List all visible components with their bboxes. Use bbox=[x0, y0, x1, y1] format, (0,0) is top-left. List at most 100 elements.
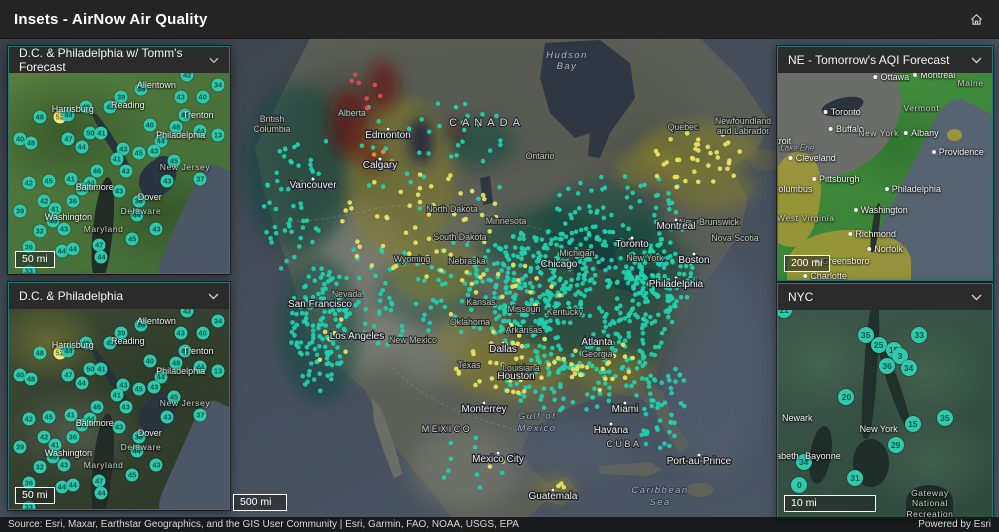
aqi-marker[interactable]: 48 bbox=[33, 346, 47, 360]
aqi-marker[interactable]: 43 bbox=[112, 420, 126, 434]
aqi-marker[interactable]: 45 bbox=[132, 146, 146, 160]
aqi-marker[interactable]: 43 bbox=[119, 164, 133, 178]
aqi-marker[interactable]: 44 bbox=[75, 182, 89, 196]
aqi-marker[interactable]: 41 bbox=[48, 202, 62, 216]
aqi-marker[interactable]: 39 bbox=[114, 90, 128, 104]
inset-dc-forecast-header[interactable]: D.C. & Philadelphia w/ Tomm's Forecast bbox=[9, 46, 229, 74]
aqi-marker[interactable]: 45 bbox=[125, 468, 139, 482]
aqi-marker[interactable]: 29 bbox=[887, 437, 904, 454]
aqi-marker[interactable]: 13 bbox=[211, 128, 225, 142]
aqi-marker[interactable]: 44 bbox=[75, 418, 89, 432]
aqi-marker[interactable]: 0 bbox=[791, 476, 808, 493]
aqi-marker[interactable]: 46 bbox=[90, 400, 104, 414]
aqi-marker[interactable]: 43 bbox=[57, 222, 71, 236]
aqi-marker[interactable]: 40 bbox=[143, 354, 157, 368]
aqi-marker[interactable]: 41 bbox=[94, 126, 108, 140]
aqi-marker[interactable]: 39 bbox=[13, 204, 27, 218]
aqi-marker[interactable]: 43 bbox=[119, 400, 133, 414]
aqi-marker[interactable]: 44 bbox=[61, 344, 75, 358]
inset-ne-forecast-map[interactable]: Ottawa Montreal Maine Toronto Vermont Buffalo… bbox=[778, 73, 992, 280]
inset-nyc-map[interactable]: NewarkNew YorkElizabethBayonneGatewayNat… bbox=[778, 310, 992, 518]
aqi-marker[interactable]: 38 bbox=[132, 430, 146, 444]
aqi-marker[interactable]: 46 bbox=[90, 164, 104, 178]
aqi-marker[interactable]: 13 bbox=[211, 364, 225, 378]
aqi-marker[interactable]: 47 bbox=[61, 132, 75, 146]
aqi-marker[interactable]: 38 bbox=[134, 318, 148, 332]
aqi-marker[interactable]: 38 bbox=[134, 82, 148, 96]
aqi-marker[interactable]: 45 bbox=[167, 154, 181, 168]
aqi-marker[interactable]: 36 bbox=[879, 358, 896, 375]
aqi-marker[interactable]: 39 bbox=[114, 326, 128, 340]
aqi-marker[interactable]: 43 bbox=[174, 326, 188, 340]
aqi-marker[interactable]: 43 bbox=[160, 174, 174, 188]
aqi-marker[interactable]: 41 bbox=[64, 408, 78, 422]
aqi-marker[interactable]: 40 bbox=[196, 326, 210, 340]
aqi-marker[interactable]: 43 bbox=[103, 100, 117, 114]
aqi-marker[interactable]: 45 bbox=[132, 382, 146, 396]
inset-dc-forecast-map[interactable]: Allentown Reading Harrisburg Trenton Philade… bbox=[9, 73, 229, 273]
aqi-marker[interactable]: 45 bbox=[167, 390, 181, 404]
inset-dc-current-map[interactable]: Allentown Reading Harrisburg Trenton Philade… bbox=[9, 309, 229, 509]
aqi-marker[interactable]: 44 bbox=[130, 208, 144, 222]
aqi-marker[interactable]: 25 bbox=[870, 337, 887, 354]
aqi-marker[interactable]: 47 bbox=[61, 368, 75, 382]
aqi-marker[interactable]: 32 bbox=[33, 224, 47, 238]
aqi-marker[interactable]: 43 bbox=[174, 90, 188, 104]
aqi-marker[interactable]: 44 bbox=[61, 108, 75, 122]
aqi-marker[interactable]: 47 bbox=[92, 474, 106, 488]
aqi-marker[interactable]: 44 bbox=[94, 250, 108, 264]
aqi-marker[interactable]: 44 bbox=[193, 360, 207, 374]
aqi-marker[interactable]: 48 bbox=[169, 120, 183, 134]
aqi-marker[interactable]: 43 bbox=[57, 458, 71, 472]
aqi-marker[interactable]: 41 bbox=[110, 388, 124, 402]
aqi-marker[interactable]: 22 bbox=[778, 310, 793, 318]
aqi-marker[interactable]: 40 bbox=[196, 90, 210, 104]
aqi-marker[interactable]: 37 bbox=[193, 408, 207, 422]
aqi-marker[interactable]: 43 bbox=[112, 184, 126, 198]
aqi-marker[interactable]: 43 bbox=[147, 380, 161, 394]
aqi-marker[interactable]: 44 bbox=[66, 478, 80, 492]
aqi-marker[interactable]: 42 bbox=[180, 73, 194, 82]
inset-nyc-header[interactable]: NYC bbox=[778, 284, 992, 310]
aqi-marker[interactable]: 43 bbox=[149, 222, 163, 236]
aqi-marker[interactable]: 47 bbox=[92, 238, 106, 252]
aqi-marker[interactable]: 35 bbox=[936, 410, 953, 427]
aqi-marker[interactable]: 45 bbox=[79, 336, 93, 350]
aqi-marker[interactable]: 36 bbox=[66, 430, 80, 444]
aqi-marker[interactable]: 44 bbox=[75, 140, 89, 154]
aqi-marker[interactable]: 41 bbox=[48, 438, 62, 452]
aqi-marker[interactable]: 42 bbox=[22, 412, 36, 426]
aqi-marker[interactable]: 48 bbox=[169, 356, 183, 370]
aqi-marker[interactable]: 40 bbox=[178, 108, 192, 122]
aqi-marker[interactable]: 44 bbox=[75, 376, 89, 390]
aqi-marker[interactable]: 48 bbox=[24, 372, 38, 386]
aqi-marker[interactable]: 34 bbox=[211, 78, 225, 92]
aqi-marker[interactable]: 42 bbox=[22, 176, 36, 190]
aqi-marker[interactable]: 43 bbox=[160, 410, 174, 424]
aqi-marker[interactable]: 48 bbox=[33, 110, 47, 124]
aqi-marker[interactable]: 32 bbox=[33, 460, 47, 474]
aqi-marker[interactable]: 15 bbox=[904, 416, 921, 433]
aqi-marker[interactable]: 31 bbox=[847, 470, 864, 487]
aqi-marker[interactable]: 41 bbox=[110, 152, 124, 166]
aqi-marker[interactable]: 39 bbox=[13, 440, 27, 454]
aqi-marker[interactable]: 20 bbox=[838, 389, 855, 406]
aqi-marker[interactable]: 44 bbox=[130, 444, 144, 458]
aqi-marker[interactable]: 40 bbox=[143, 118, 157, 132]
aqi-marker[interactable]: 41 bbox=[64, 172, 78, 186]
aqi-marker[interactable]: 45 bbox=[125, 232, 139, 246]
inset-dc-current-header[interactable]: D.C. & Philadelphia bbox=[9, 283, 229, 309]
aqi-marker[interactable]: 45 bbox=[42, 174, 56, 188]
aqi-marker[interactable]: 37 bbox=[193, 172, 207, 186]
aqi-marker[interactable]: 45 bbox=[42, 410, 56, 424]
aqi-marker[interactable]: 43 bbox=[103, 336, 117, 350]
aqi-marker[interactable]: 43 bbox=[149, 458, 163, 472]
aqi-marker[interactable]: 40 bbox=[178, 344, 192, 358]
aqi-marker[interactable]: 48 bbox=[24, 136, 38, 150]
aqi-marker[interactable]: 42 bbox=[180, 309, 194, 318]
aqi-marker[interactable]: 34 bbox=[795, 453, 812, 470]
aqi-marker[interactable]: 34 bbox=[900, 360, 917, 377]
aqi-marker[interactable]: 45 bbox=[79, 100, 93, 114]
aqi-marker[interactable]: 34 bbox=[211, 314, 225, 328]
aqi-marker[interactable]: 33 bbox=[911, 326, 928, 343]
